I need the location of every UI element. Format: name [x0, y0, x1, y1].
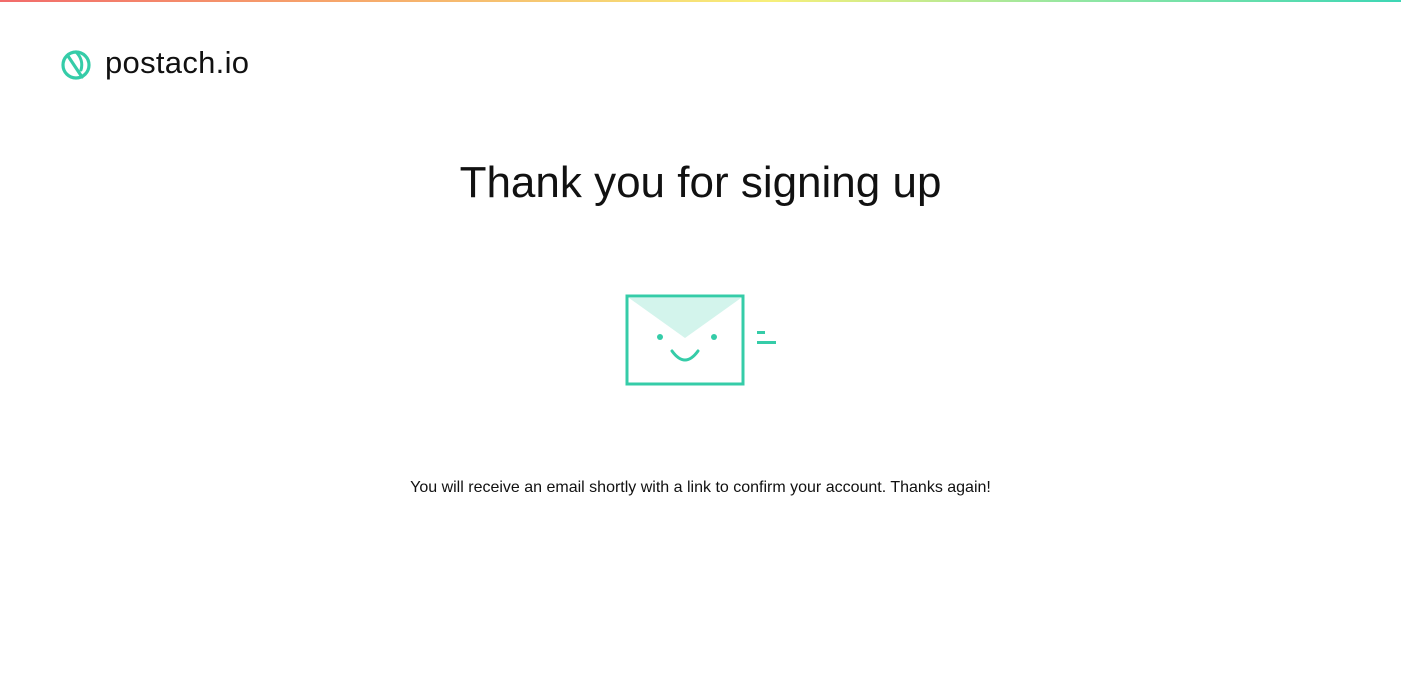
page-title: Thank you for signing up: [459, 158, 942, 207]
gradient-top-bar: [0, 0, 1401, 2]
brand-logo-link[interactable]: postach.io: [60, 44, 249, 82]
brand-name: postach.io: [105, 45, 250, 80]
leaf-circle-icon: [61, 50, 91, 80]
envelope-right-eye: [711, 334, 717, 340]
envelope-smile: [670, 349, 700, 362]
envelope-flap: [629, 298, 741, 338]
motion-line-long: [757, 341, 776, 344]
envelope-left-eye: [657, 334, 663, 340]
smiling-envelope-icon: [625, 294, 776, 386]
confirmation-message: You will receive an email shortly with a…: [410, 479, 991, 496]
signup-confirmation-page: postach.io Thank you for signing up You …: [0, 0, 1401, 688]
motion-line-short: [757, 331, 765, 334]
